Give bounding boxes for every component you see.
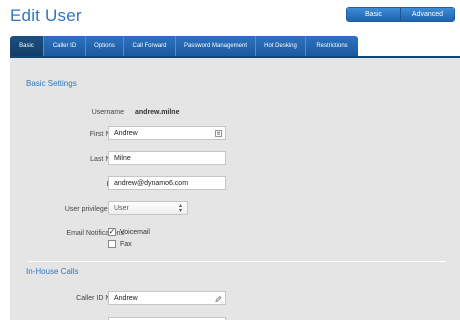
mode-switch: Basic Advanced (346, 7, 455, 22)
advanced-mode-button[interactable]: Advanced (400, 8, 454, 21)
fax-checkbox[interactable] (108, 240, 116, 248)
pencil-icon[interactable] (215, 295, 222, 302)
section-title-in-house-calls: In-House Calls (26, 267, 79, 276)
voicemail-label: Voicemail (120, 228, 150, 236)
caller-id-name-field[interactable]: Andrew (108, 291, 226, 305)
last-name-value: Milne (114, 154, 131, 162)
section-divider (28, 261, 446, 262)
username-label: Username (91, 109, 124, 116)
tab-password-management[interactable]: Password Management (176, 36, 256, 56)
privilege-select[interactable]: User ▴ ▾ (108, 201, 188, 215)
last-name-field[interactable]: Milne (108, 151, 226, 165)
email-value: andrew@dynamo6.com (114, 179, 189, 187)
voicemail-option[interactable]: ✓ Voicemail (108, 228, 150, 236)
privilege-selected: User (114, 204, 129, 212)
page-title: Edit User (10, 6, 82, 25)
tab-call-forward[interactable]: Call Forward (124, 36, 176, 56)
username-value: andrew.milne (135, 109, 180, 116)
section-title-basic-settings: Basic Settings (26, 79, 77, 88)
tab-basic[interactable]: Basic (10, 36, 44, 56)
fax-label: Fax (120, 240, 132, 248)
first-name-value: Andrew (114, 129, 138, 137)
tab-restrictions[interactable]: Restrictions (306, 36, 358, 56)
voicemail-checkbox[interactable]: ✓ (108, 228, 116, 236)
tab-caller-id[interactable]: Caller ID (44, 36, 86, 56)
tab-bar: Basic Caller ID Options Call Forward Pas… (10, 36, 358, 56)
basic-mode-button[interactable]: Basic (347, 8, 400, 21)
tab-options[interactable]: Options (86, 36, 124, 56)
caller-id-name-value: Andrew (114, 294, 138, 302)
tab-hot-desking[interactable]: Hot Desking (256, 36, 306, 56)
contact-card-icon[interactable] (215, 130, 222, 137)
fax-option[interactable]: Fax (108, 240, 132, 248)
first-name-field[interactable]: Andrew (108, 126, 226, 140)
edit-user-panel: Basic Settings Username andrew.milne Fir… (10, 56, 460, 320)
select-arrows-icon: ▴ ▾ (178, 203, 182, 214)
email-field[interactable]: andrew@dynamo6.com (108, 176, 226, 190)
